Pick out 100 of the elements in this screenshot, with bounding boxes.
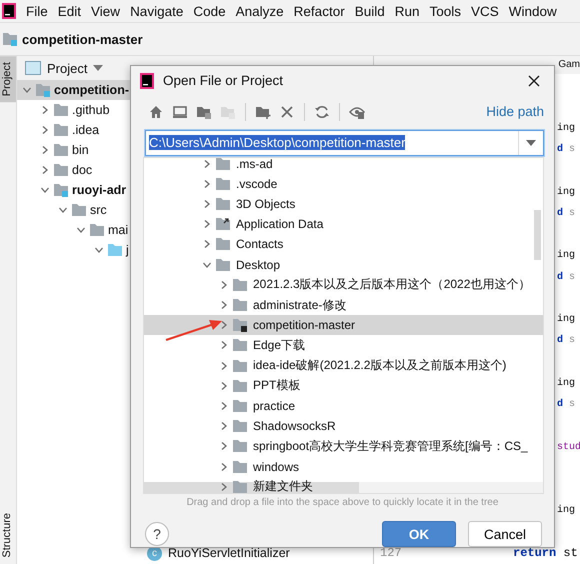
panel-title[interactable]: Project [47, 60, 88, 76]
chevron-right-icon[interactable] [219, 320, 229, 330]
menu-item[interactable]: File [26, 4, 48, 18]
chevron-right-icon[interactable] [202, 239, 212, 250]
folder-icon [232, 439, 248, 454]
close-icon[interactable] [528, 74, 540, 87]
chevron-right-icon[interactable] [219, 340, 229, 350]
tree-item[interactable]: PPT模板 [253, 377, 300, 394]
hint-text: Drag and drop a file into the space above to quickly locate it in the tree [186, 496, 500, 510]
chevron-right-icon[interactable] [219, 360, 229, 371]
chevron-right-icon[interactable] [40, 145, 50, 155]
menu-item[interactable]: Navigate [130, 4, 184, 18]
tree-item[interactable]: bin [72, 143, 89, 157]
folder-icon [232, 378, 248, 393]
chevron-down-icon[interactable] [22, 85, 32, 95]
help-button[interactable]: ? [145, 522, 169, 546]
chevron-right-icon[interactable] [40, 125, 50, 135]
scrollbar-thumb[interactable] [144, 482, 359, 493]
tree-item[interactable]: springboot高校大学生学科竞赛管理系统[编号：CS_ [253, 438, 528, 455]
menu-item[interactable]: Window [508, 4, 557, 18]
menu-item[interactable]: Run [394, 4, 420, 18]
cancel-button[interactable]: Cancel [468, 521, 542, 547]
module-folder-icon [35, 83, 51, 97]
folder-icon [215, 176, 231, 191]
breadcrumb-item[interactable]: competition-master [22, 32, 143, 46]
chevron-down-icon[interactable] [76, 225, 86, 235]
code-line: d s [557, 335, 576, 346]
tree-item[interactable]: RuoYiServletInitializer [168, 546, 290, 560]
code-line: d s [557, 272, 576, 283]
tree-item[interactable]: Contacts [236, 237, 284, 252]
tree-item[interactable]: ShadowsocksR [253, 419, 336, 434]
folder-icon [215, 237, 231, 252]
chevron-right-icon[interactable] [202, 219, 212, 230]
tree-item[interactable]: .idea [72, 123, 100, 137]
tree-item[interactable]: Desktop [236, 258, 280, 272]
chevron-right-icon[interactable] [40, 165, 50, 175]
chevron-right-icon[interactable] [40, 105, 50, 115]
ok-button[interactable]: OK [382, 521, 456, 547]
tree-item[interactable]: competition-master [253, 318, 356, 332]
menu-item[interactable]: Analyze [236, 4, 284, 18]
tree-item[interactable]: 2021.2.3版本以及之后版本用这个（2022也用这个） [253, 276, 530, 294]
tree-item[interactable]: j [126, 243, 129, 257]
chevron-right-icon[interactable] [219, 300, 229, 310]
tree-item[interactable]: ruoyi-adr [72, 183, 126, 197]
folder-icon [232, 298, 248, 312]
tool-window-tab[interactable]: Project [0, 56, 16, 102]
chevron-right-icon[interactable] [219, 462, 229, 472]
menu-item[interactable]: Tools [430, 4, 462, 18]
tree-item[interactable]: idea-ide破解(2021.2.2版本以及之前版本用这个) [253, 357, 506, 374]
chevron-right-icon[interactable] [219, 441, 229, 452]
folder-icon [53, 143, 69, 157]
shortcut-folder-icon [215, 217, 231, 232]
tree-item[interactable]: practice [253, 398, 296, 413]
tree-item[interactable]: Edge下载 [253, 336, 306, 354]
chevron-down-icon[interactable] [94, 245, 104, 255]
tree-item[interactable]: .github [72, 103, 110, 117]
tool-window-tab[interactable]: Structure [0, 507, 16, 564]
code-line: ing [557, 250, 576, 262]
code-line: ing [557, 186, 576, 198]
tree-item[interactable]: .vscode [236, 176, 278, 191]
menu-item[interactable]: Refactor [294, 4, 345, 18]
menu-item[interactable]: VCS [471, 4, 499, 18]
chevron-right-icon[interactable] [202, 178, 212, 189]
dialog-title: Open File or Project [163, 73, 284, 88]
chevron-down-icon[interactable] [40, 185, 50, 195]
folder-icon [232, 338, 248, 352]
tree-item[interactable]: .ms-ad [236, 158, 273, 171]
chevron-right-icon[interactable] [219, 380, 229, 391]
tree-item[interactable]: 3D Objects [236, 197, 296, 212]
folder-icon [107, 243, 123, 257]
scrollbar-thumb[interactable] [534, 210, 541, 260]
tree-item[interactable]: windows [253, 460, 300, 474]
chevron-down-icon[interactable] [58, 205, 68, 215]
code-line: ing [557, 314, 576, 326]
chevron-right-icon[interactable] [219, 482, 229, 492]
folder-icon [53, 163, 69, 177]
tree-item[interactable]: src [90, 203, 107, 217]
menu-item[interactable]: Build [354, 4, 385, 18]
tree-item[interactable]: mai [108, 223, 128, 237]
caret-icon[interactable] [93, 65, 104, 71]
chevron-right-icon[interactable] [219, 421, 229, 432]
code-line: ing [557, 122, 576, 134]
tree-item[interactable]: competition- [54, 83, 129, 97]
tree-item[interactable]: 新建文件夹 [253, 478, 313, 493]
module-folder-icon [53, 183, 69, 197]
menu-item[interactable]: View [91, 4, 120, 18]
hide-path-link[interactable]: Hide path [486, 104, 544, 120]
chevron-right-icon[interactable] [219, 280, 229, 290]
chevron-right-icon[interactable] [219, 400, 229, 411]
menu-item[interactable]: Edit [58, 4, 82, 18]
tree-item[interactable]: doc [72, 163, 92, 177]
module-folder-icon [2, 32, 18, 46]
code-line: d s [557, 399, 576, 410]
folder-icon [215, 197, 231, 212]
editor-tab[interactable]: Gam [558, 59, 580, 70]
tree-item[interactable]: administrate-修改 [253, 296, 346, 314]
menu-item[interactable]: Code [193, 4, 226, 18]
chevron-right-icon[interactable] [202, 158, 212, 169]
tree-item[interactable]: Application Data [236, 217, 324, 232]
chevron-right-icon[interactable] [202, 199, 212, 210]
